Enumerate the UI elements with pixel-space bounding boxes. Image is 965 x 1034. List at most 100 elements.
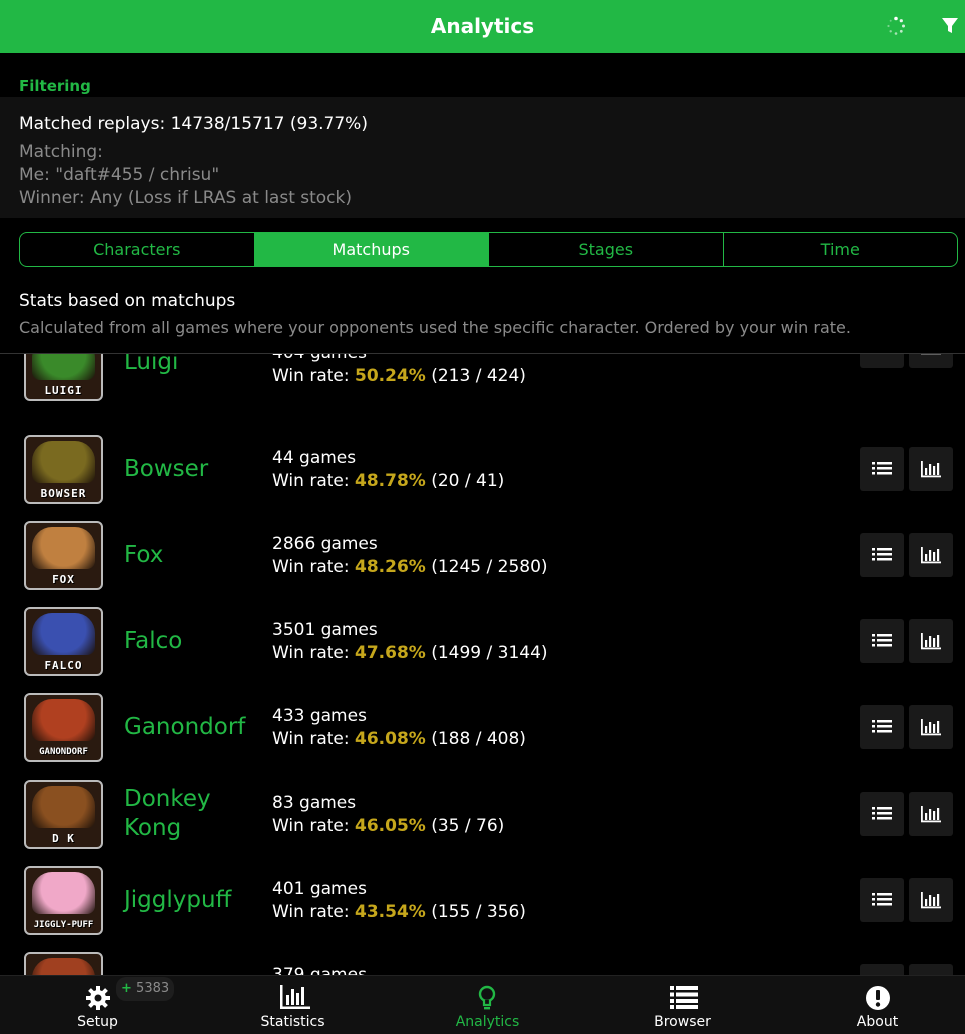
- list-button[interactable]: [860, 705, 904, 749]
- filtering-label: Filtering: [19, 77, 91, 95]
- page-title: Analytics: [430, 14, 535, 38]
- chart-button[interactable]: [909, 964, 953, 975]
- list-item: 379 games: [0, 952, 965, 975]
- games-count: 379 games: [272, 965, 367, 975]
- update-badge: + 5383: [116, 977, 174, 1001]
- list-button[interactable]: [860, 533, 904, 577]
- chart-button[interactable]: [909, 705, 953, 749]
- character-portrait: BOWSER: [24, 435, 103, 504]
- character-portrait: LUIGI: [24, 354, 103, 401]
- list-icon: [670, 986, 698, 1009]
- win-rate-label: Win rate:: [272, 729, 355, 749]
- win-rate-percent: 46.05%: [355, 816, 426, 836]
- bar-chart-icon: [921, 461, 941, 478]
- portrait-art: [32, 354, 95, 380]
- win-rate-counts: (188 / 408): [425, 729, 526, 749]
- list-icon: [872, 893, 892, 906]
- win-rate-label: Win rate:: [272, 816, 355, 836]
- badge-count: 5383: [136, 981, 170, 996]
- win-rate-label: Win rate:: [272, 643, 355, 663]
- matchup-list[interactable]: LUIGI Luigi 404 games Win rate: 50.24% (…: [0, 354, 965, 975]
- portrait-name: BOWSER: [40, 487, 87, 500]
- win-rate: Win rate: 50.24% (213 / 424): [272, 366, 526, 386]
- games-count: 404 games: [272, 354, 367, 363]
- tab-matchups[interactable]: Matchups: [254, 233, 489, 266]
- nav-statistics[interactable]: Statistics: [196, 976, 389, 1034]
- win-rate: Win rate: 46.08% (188 / 408): [272, 729, 526, 749]
- nav-label: Analytics: [455, 1014, 520, 1030]
- character-portrait: [24, 952, 103, 975]
- character-name: Ganondorf: [124, 714, 246, 740]
- filter-icon[interactable]: [941, 17, 959, 35]
- chart-button[interactable]: [909, 792, 953, 836]
- bar-chart-icon: [921, 892, 941, 909]
- nav-about[interactable]: About: [781, 976, 965, 1034]
- list-button[interactable]: [860, 447, 904, 491]
- win-rate-percent: 48.78%: [355, 471, 426, 491]
- chart-button[interactable]: [909, 447, 953, 491]
- bar-chart-icon: [280, 985, 310, 1009]
- character-name: Falco: [124, 628, 183, 654]
- win-rate: Win rate: 46.05% (35 / 76): [272, 816, 504, 836]
- tab-stages[interactable]: Stages: [489, 233, 724, 266]
- lightbulb-icon: [478, 985, 496, 1010]
- portrait-art: [32, 786, 95, 828]
- portrait-art: [32, 527, 95, 569]
- list-button[interactable]: [860, 354, 904, 368]
- character-portrait: JIGGLY-PUFF: [24, 866, 103, 935]
- win-rate-label: Win rate:: [272, 471, 355, 491]
- character-portrait: D K: [24, 780, 103, 849]
- list-button[interactable]: [860, 878, 904, 922]
- nav-analytics[interactable]: Analytics: [391, 976, 584, 1034]
- win-rate-counts: (35 / 76): [425, 816, 505, 836]
- winner-filter: Winner: Any (Loss if LRAS at last stock): [19, 188, 353, 208]
- list-item: BOWSER Bowser 44 games Win rate: 48.78% …: [0, 435, 965, 521]
- bar-chart-icon: [921, 633, 941, 650]
- win-rate: Win rate: 48.26% (1245 / 2580): [272, 557, 548, 577]
- win-rate-label: Win rate:: [272, 366, 355, 386]
- win-rate: Win rate: 48.78% (20 / 41): [272, 471, 504, 491]
- win-rate-counts: (1499 / 3144): [425, 643, 548, 663]
- games-count: 83 games: [272, 793, 357, 813]
- tab-time[interactable]: Time: [724, 233, 958, 266]
- chart-button[interactable]: [909, 533, 953, 577]
- list-button[interactable]: [860, 792, 904, 836]
- win-rate-percent: 46.08%: [355, 729, 426, 749]
- nav-browser[interactable]: Browser: [586, 976, 779, 1034]
- portrait-art: [32, 872, 95, 914]
- win-rate-counts: (20 / 41): [425, 471, 505, 491]
- list-item: FALCO Falco 3501 games Win rate: 47.68% …: [0, 607, 965, 693]
- list-button[interactable]: [860, 964, 904, 975]
- list-item: JIGGLY-PUFF Jigglypuff 401 games Win rat…: [0, 866, 965, 952]
- bar-chart-icon: [921, 719, 941, 736]
- win-rate-counts: (155 / 356): [425, 902, 526, 922]
- chart-button[interactable]: [909, 619, 953, 663]
- games-count: 44 games: [272, 448, 357, 468]
- portrait-name: FALCO: [44, 659, 83, 672]
- list-item: D K Donkey Kong 83 games Win rate: 46.05…: [0, 780, 965, 866]
- character-name-line2: Kong: [124, 815, 182, 841]
- win-rate: Win rate: 47.68% (1499 / 3144): [272, 643, 548, 663]
- list-item: LUIGI Luigi 404 games Win rate: 50.24% (…: [0, 354, 965, 401]
- chart-button[interactable]: [909, 354, 953, 368]
- portrait-name: JIGGLY-PUFF: [33, 920, 94, 930]
- tab-characters[interactable]: Characters: [20, 233, 255, 266]
- win-rate-counts: (1245 / 2580): [425, 557, 548, 577]
- character-portrait: FALCO: [24, 607, 103, 676]
- character-name: Bowser: [124, 456, 209, 482]
- win-rate-percent: 47.68%: [355, 643, 426, 663]
- info-icon: [866, 986, 890, 1010]
- win-rate-counts: (213 / 424): [425, 366, 526, 386]
- portrait-art: [32, 613, 95, 655]
- chart-button[interactable]: [909, 878, 953, 922]
- games-count: 2866 games: [272, 534, 378, 554]
- spinner-icon[interactable]: [886, 16, 906, 36]
- portrait-art: [32, 699, 95, 741]
- bar-chart-icon: [921, 806, 941, 823]
- list-button[interactable]: [860, 619, 904, 663]
- portrait-name: D K: [52, 832, 75, 845]
- character-portrait: FOX: [24, 521, 103, 590]
- nav-label: Browser: [654, 1014, 711, 1030]
- character-portrait: GANONDORF: [24, 693, 103, 762]
- list-icon: [872, 354, 892, 356]
